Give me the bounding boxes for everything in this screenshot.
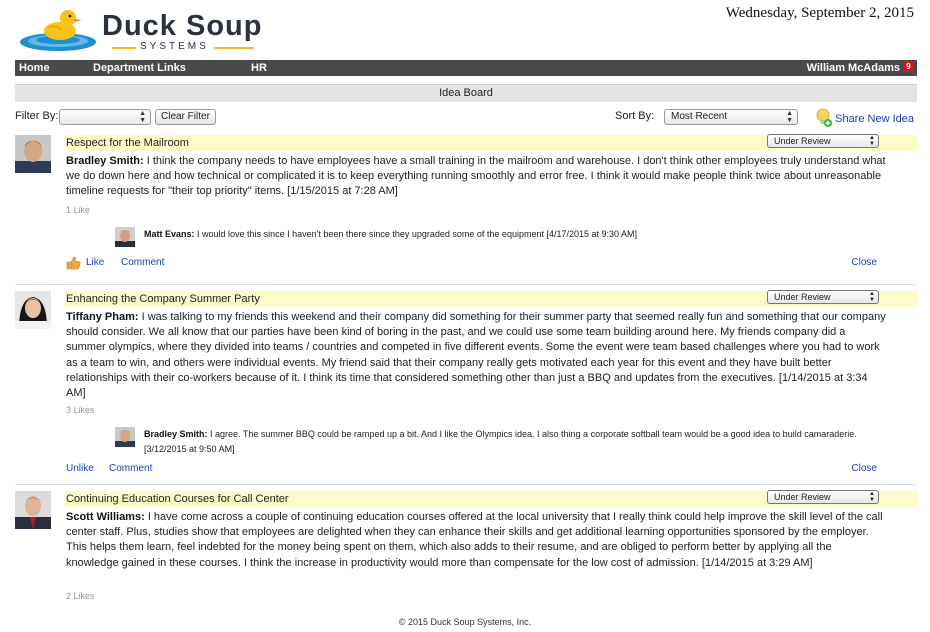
comment-text: I would love this since I haven't been t…	[197, 229, 638, 239]
idea-text: I have come across a couple of continuin…	[66, 511, 883, 569]
comment-link[interactable]: Comment	[121, 257, 164, 268]
close-link[interactable]: Close	[851, 463, 877, 474]
idea-title-text: Respect for the Mailroom	[66, 137, 189, 149]
idea-author: Tiffany Pham:	[66, 311, 139, 323]
notification-badge[interactable]: 9	[903, 61, 914, 72]
idea-title[interactable]: Respect for the Mailroom Under Review ▲ ▼	[65, 134, 917, 151]
unlike-link[interactable]: Unlike	[66, 463, 94, 474]
status-value: Under Review	[774, 136, 831, 146]
idea-title[interactable]: Enhancing the Company Summer Party Under…	[65, 290, 917, 307]
post-divider	[15, 284, 915, 285]
close-link[interactable]: Close	[851, 257, 877, 268]
like-count: 3 Likes	[66, 405, 95, 415]
avatar	[15, 135, 51, 173]
idea-body: Bradley Smith: I think the company needs…	[66, 154, 886, 200]
duck-logo-icon	[20, 10, 96, 51]
select-arrows-icon: ▲ ▼	[869, 491, 875, 503]
brand-name: Duck Soup	[102, 10, 263, 42]
comment-author: Matt Evans:	[144, 229, 195, 239]
sort-value: Most Recent	[671, 111, 728, 122]
clear-filter-button[interactable]: Clear Filter	[155, 109, 216, 125]
idea-text: I was talking to my friends this weekend…	[66, 311, 886, 400]
share-new-idea-link[interactable]: Share New Idea	[815, 108, 914, 128]
comment-link[interactable]: Comment	[109, 463, 152, 474]
page-title: Idea Board	[15, 84, 917, 102]
filter-select[interactable]: ▲ ▼	[59, 109, 151, 125]
avatar	[115, 427, 135, 447]
idea-title[interactable]: Continuing Education Courses for Call Ce…	[65, 490, 917, 507]
like-count: 1 Like	[66, 205, 91, 215]
nav-hr[interactable]: HR	[251, 62, 267, 74]
select-arrows-icon: ▲ ▼	[869, 135, 875, 147]
status-value: Under Review	[774, 492, 831, 502]
duck-soup-logo[interactable]: Duck Soup SYSTEMS	[18, 6, 268, 54]
idea-text: I think the company needs to have employ…	[66, 155, 886, 198]
sort-label: Sort By:	[615, 110, 655, 122]
idea-body: Tiffany Pham: I was talking to my friend…	[66, 310, 886, 401]
logo-divider	[112, 47, 136, 49]
lightbulb-add-icon	[816, 108, 833, 127]
like-count: 2 Likes	[66, 591, 95, 601]
idea-author: Bradley Smith:	[66, 155, 144, 167]
comment-text: I agree. The summer BBQ could be ramped …	[144, 429, 857, 454]
toolbar: Filter By: ▲ ▼ Clear Filter Sort By: Most…	[15, 108, 917, 128]
status-select[interactable]: Under Review ▲ ▼	[767, 134, 879, 148]
nav-home[interactable]: Home	[19, 62, 50, 74]
sort-select[interactable]: Most Recent ▲ ▼	[664, 109, 798, 125]
current-date: Wednesday, September 2, 2015	[725, 5, 914, 21]
filter-label: Filter By:	[15, 110, 59, 122]
header: Duck Soup SYSTEMS Wednesday, September 2…	[0, 0, 930, 60]
comment-body: Bradley Smith: I agree. The summer BBQ c…	[144, 427, 894, 457]
idea-title-text: Continuing Education Courses for Call Ce…	[66, 493, 289, 505]
post-divider	[15, 484, 915, 485]
like-link[interactable]: Like	[86, 257, 104, 268]
select-arrows-icon: ▲ ▼	[139, 110, 146, 124]
comment-author: Bradley Smith:	[144, 429, 208, 439]
nav-department-links[interactable]: Department Links	[93, 62, 186, 74]
status-select[interactable]: Under Review ▲ ▼	[767, 290, 879, 304]
brand-sub: SYSTEMS	[140, 41, 209, 52]
avatar	[115, 227, 135, 247]
thumbs-up-icon[interactable]	[66, 256, 81, 270]
select-arrows-icon: ▲ ▼	[869, 291, 875, 303]
avatar	[15, 291, 51, 329]
avatar	[15, 491, 51, 529]
top-navbar: Home Department Links HR William McAdams…	[15, 60, 917, 76]
footer-copyright: © 2015 Duck Soup Systems, Inc.	[398, 617, 532, 627]
share-label: Share New Idea	[835, 113, 914, 125]
user-menu[interactable]: William McAdams	[807, 62, 900, 74]
status-select[interactable]: Under Review ▲ ▼	[767, 490, 879, 504]
status-value: Under Review	[774, 292, 831, 302]
idea-body: Scott Williams: I have come across a cou…	[66, 510, 886, 571]
comment-body: Matt Evans: I would love this since I ha…	[144, 227, 894, 242]
select-arrows-icon: ▲ ▼	[786, 110, 793, 124]
idea-title-text: Enhancing the Company Summer Party	[66, 293, 260, 305]
idea-author: Scott Williams:	[66, 511, 145, 523]
logo-divider	[214, 47, 254, 49]
